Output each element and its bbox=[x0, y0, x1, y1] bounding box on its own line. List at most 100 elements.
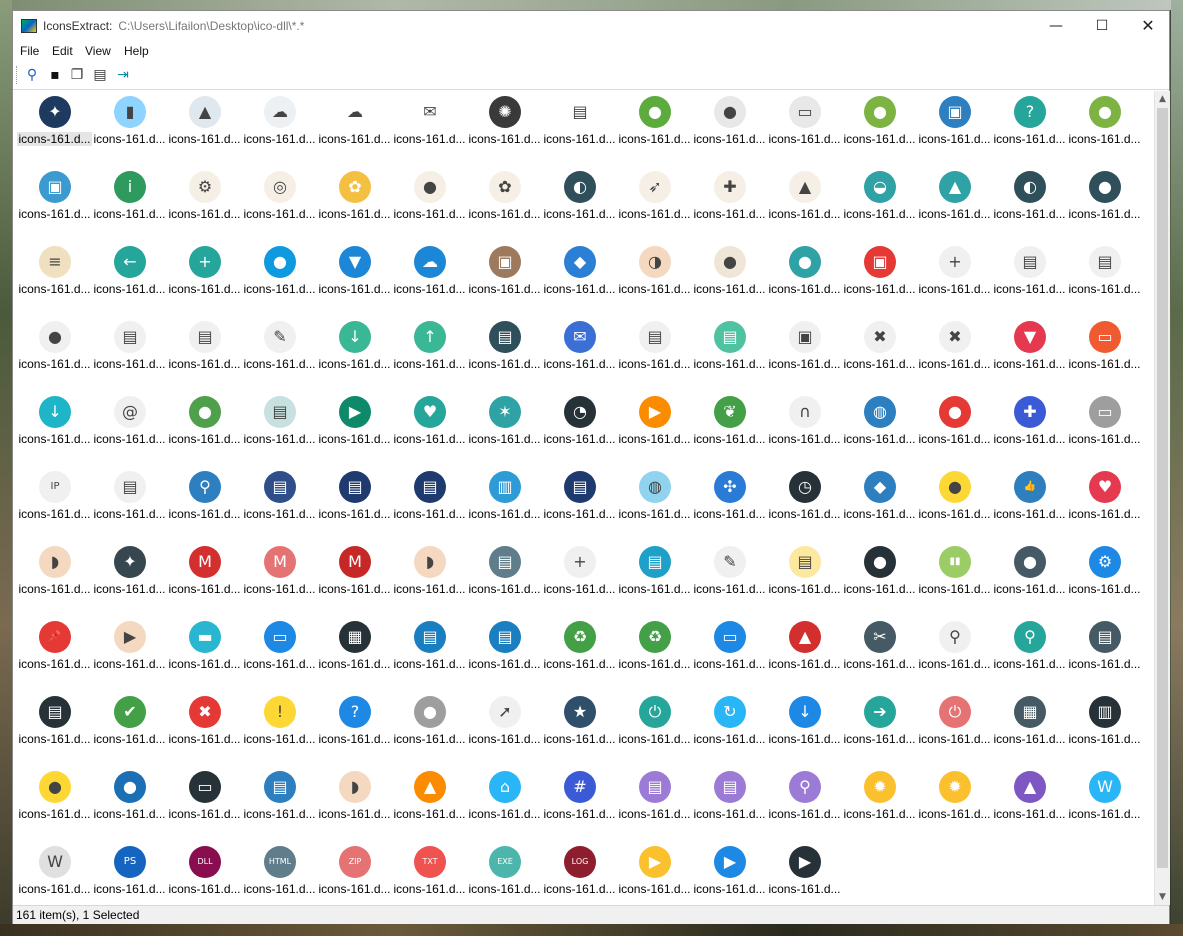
icon-item[interactable]: ▲ icons-161.d... bbox=[167, 94, 242, 169]
icon-item[interactable]: ▶ icons-161.d... bbox=[692, 844, 767, 905]
icon-item[interactable]: EXE icons-161.d... bbox=[467, 844, 542, 905]
icon-item[interactable]: ▣ icons-161.d... bbox=[842, 244, 917, 319]
close-button[interactable]: ✕ bbox=[1125, 11, 1171, 42]
icon-item[interactable]: ▶ icons-161.d... bbox=[617, 844, 692, 905]
menu-view[interactable]: View bbox=[85, 44, 111, 58]
icon-item[interactable]: ▭ icons-161.d... bbox=[692, 619, 767, 694]
icon-item[interactable]: ▶ icons-161.d... bbox=[617, 394, 692, 469]
icon-item[interactable]: ✺ icons-161.d... bbox=[467, 94, 542, 169]
icon-item[interactable]: ▤ icons-161.d... bbox=[167, 319, 242, 394]
icon-item[interactable]: ♥ icons-161.d... bbox=[1067, 469, 1142, 544]
scroll-down-arrow[interactable]: ▼ bbox=[1155, 889, 1170, 905]
icon-item[interactable]: ✉ icons-161.d... bbox=[392, 94, 467, 169]
icon-item[interactable]: ✦ icons-161.d... bbox=[17, 94, 92, 169]
icon-item[interactable]: ● icons-161.d... bbox=[842, 544, 917, 619]
icon-item[interactable]: ✦ icons-161.d... bbox=[92, 544, 167, 619]
icon-item[interactable]: ▭ icons-161.d... bbox=[242, 619, 317, 694]
icon-item[interactable]: ✚ icons-161.d... bbox=[692, 169, 767, 244]
icon-item[interactable]: Micons-161.d... bbox=[317, 544, 392, 619]
icon-item[interactable]: ● icons-161.d... bbox=[842, 94, 917, 169]
icon-item[interactable]: ✣ icons-161.d... bbox=[692, 469, 767, 544]
icon-item[interactable]: ▤ icons-161.d... bbox=[392, 619, 467, 694]
icon-item[interactable]: ▲ icons-161.d... bbox=[767, 169, 842, 244]
icon-item[interactable]: ● icons-161.d... bbox=[1067, 169, 1142, 244]
icon-item[interactable]: ▤ icons-161.d... bbox=[467, 619, 542, 694]
icon-item[interactable]: ◔ icons-161.d... bbox=[542, 394, 617, 469]
icon-item[interactable]: ➔ icons-161.d... bbox=[842, 694, 917, 769]
icon-item[interactable]: ▮ icons-161.d... bbox=[92, 94, 167, 169]
icon-item[interactable]: TXT icons-161.d... bbox=[392, 844, 467, 905]
icon-item[interactable]: ↓ icons-161.d... bbox=[17, 394, 92, 469]
icon-item[interactable]: ➚ icons-161.d... bbox=[467, 694, 542, 769]
icon-item[interactable]: ▣ icons-161.d... bbox=[917, 94, 992, 169]
icon-item[interactable]: # icons-161.d... bbox=[542, 769, 617, 844]
icon-item[interactable]: ▮▮ icons-161.d... bbox=[917, 544, 992, 619]
icon-item[interactable]: ✶ icons-161.d... bbox=[467, 394, 542, 469]
icon-item[interactable]: ⚙ icons-161.d... bbox=[167, 169, 242, 244]
minimize-button[interactable]: — bbox=[1033, 11, 1079, 42]
icon-item[interactable]: ✂ icons-161.d... bbox=[842, 619, 917, 694]
icon-item[interactable]: ◗ icons-161.d... bbox=[17, 544, 92, 619]
icon-item[interactable]: DLL icons-161.d... bbox=[167, 844, 242, 905]
icon-item[interactable]: ↑ icons-161.d... bbox=[392, 319, 467, 394]
icon-item[interactable]: ● icons-161.d... bbox=[1067, 94, 1142, 169]
icon-item[interactable]: IP icons-161.d... bbox=[17, 469, 92, 544]
icon-item[interactable]: ✖ icons-161.d... bbox=[842, 319, 917, 394]
icon-item[interactable]: ✖ icons-161.d... bbox=[917, 319, 992, 394]
icon-item[interactable]: ▭ icons-161.d... bbox=[167, 769, 242, 844]
icon-item[interactable]: ↓ icons-161.d... bbox=[317, 319, 392, 394]
icon-item[interactable]: ▤ icons-161.d... bbox=[242, 769, 317, 844]
icon-item[interactable]: 👍 icons-161.d... bbox=[992, 469, 1067, 544]
maximize-button[interactable]: ☐ bbox=[1079, 11, 1125, 42]
icon-item[interactable]: Micons-161.d... bbox=[242, 544, 317, 619]
icon-item[interactable]: ● icons-161.d... bbox=[917, 469, 992, 544]
icon-item[interactable]: ▼ icons-161.d... bbox=[317, 244, 392, 319]
icon-item[interactable]: ◗ icons-161.d... bbox=[392, 544, 467, 619]
icon-item[interactable]: ⚲ icons-161.d... bbox=[767, 769, 842, 844]
icon-item[interactable]: ↻ icons-161.d... bbox=[692, 694, 767, 769]
vertical-scrollbar[interactable]: ▲ ▼ bbox=[1154, 91, 1170, 905]
icon-item[interactable]: ● icons-161.d... bbox=[692, 94, 767, 169]
icon-item[interactable]: ▶ icons-161.d... bbox=[767, 844, 842, 905]
icon-item[interactable]: ∩ icons-161.d... bbox=[767, 394, 842, 469]
icon-item[interactable]: ▭ icons-161.d... bbox=[767, 94, 842, 169]
icon-item[interactable]: ⚲ icons-161.d... bbox=[917, 619, 992, 694]
icon-item[interactable]: ● icons-161.d... bbox=[767, 244, 842, 319]
icon-item[interactable]: ▼ icons-161.d... bbox=[992, 319, 1067, 394]
icon-item[interactable]: ◆ icons-161.d... bbox=[542, 244, 617, 319]
icon-item[interactable]: ▤ icons-161.d... bbox=[692, 319, 767, 394]
icon-item[interactable]: ▤ icons-161.d... bbox=[617, 544, 692, 619]
icon-item[interactable]: ✿ icons-161.d... bbox=[467, 169, 542, 244]
icon-item[interactable]: ♻ icons-161.d... bbox=[617, 619, 692, 694]
icon-item[interactable]: ▣ icons-161.d... bbox=[467, 244, 542, 319]
icon-item[interactable]: ➶ icons-161.d... bbox=[617, 169, 692, 244]
icon-item[interactable]: Wicons-161.d... bbox=[17, 844, 92, 905]
icon-item[interactable]: ◎ icons-161.d... bbox=[242, 169, 317, 244]
icon-item[interactable]: ⚲ icons-161.d... bbox=[992, 619, 1067, 694]
icon-list-view[interactable]: ✦ icons-161.d... ▮ icons-161.d... ▲ icons-161… bbox=[14, 91, 1154, 905]
icon-item[interactable]: ▲ icons-161.d... bbox=[392, 769, 467, 844]
menu-edit[interactable]: Edit bbox=[52, 44, 73, 58]
icon-item[interactable]: ▬ icons-161.d... bbox=[167, 619, 242, 694]
properties-icon[interactable]: ▤ bbox=[91, 66, 109, 84]
icon-item[interactable]: ● icons-161.d... bbox=[92, 769, 167, 844]
icon-item[interactable]: ◍ icons-161.d... bbox=[617, 469, 692, 544]
icon-item[interactable]: ✹ icons-161.d... bbox=[917, 769, 992, 844]
icon-item[interactable]: ◑ icons-161.d... bbox=[617, 244, 692, 319]
icon-item[interactable]: ◆ icons-161.d... bbox=[842, 469, 917, 544]
icon-item[interactable]: ▤ icons-161.d... bbox=[17, 694, 92, 769]
icon-item[interactable]: ◷ icons-161.d... bbox=[767, 469, 842, 544]
icon-item[interactable]: ✿ icons-161.d... bbox=[317, 169, 392, 244]
icon-item[interactable]: ▤ icons-161.d... bbox=[992, 244, 1067, 319]
icon-item[interactable]: ▤ icons-161.d... bbox=[692, 769, 767, 844]
icon-item[interactable]: ● icons-161.d... bbox=[992, 544, 1067, 619]
icon-item[interactable]: ▤ icons-161.d... bbox=[92, 469, 167, 544]
icon-item[interactable]: ● icons-161.d... bbox=[167, 394, 242, 469]
icon-item[interactable]: ● icons-161.d... bbox=[392, 694, 467, 769]
icon-item[interactable]: ▤ icons-161.d... bbox=[467, 319, 542, 394]
icon-item[interactable]: ▲ icons-161.d... bbox=[767, 619, 842, 694]
icon-item[interactable]: PS icons-161.d... bbox=[92, 844, 167, 905]
search-icon[interactable]: ⚲ bbox=[23, 66, 41, 84]
icon-item[interactable]: ★ icons-161.d... bbox=[542, 694, 617, 769]
icon-item[interactable]: ▶ icons-161.d... bbox=[92, 619, 167, 694]
